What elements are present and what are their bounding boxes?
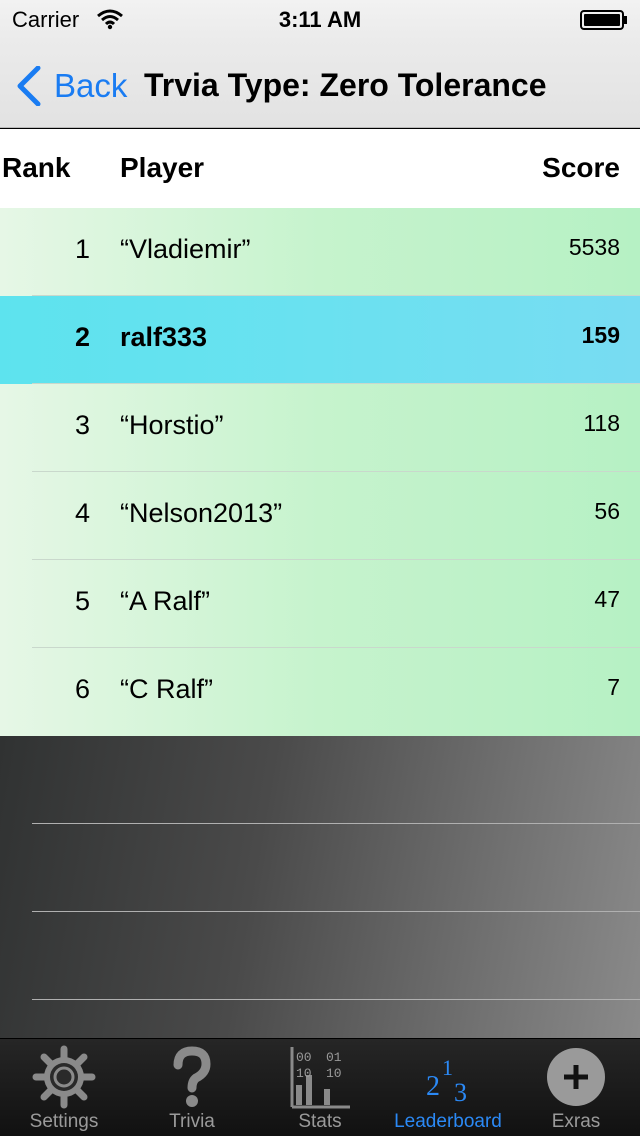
tab-label: Exras — [551, 1111, 601, 1132]
table-row[interactable]: 1 “Vladiemir” 5538 — [0, 208, 640, 296]
back-button[interactable]: Back — [14, 64, 127, 108]
row-player: “Vladiemir” — [120, 234, 251, 264]
empty-table-area[interactable] — [0, 736, 640, 1038]
tab-extras[interactable]: Exras — [512, 1039, 640, 1136]
gear-icon — [32, 1045, 96, 1109]
table-row-selected[interactable]: 2 ralf333 159 — [0, 296, 640, 384]
row-player: “C Ralf” — [120, 674, 213, 704]
row-player: “Nelson2013” — [120, 498, 283, 528]
row-rank: 1 — [74, 234, 90, 264]
tab-label: Stats — [298, 1111, 342, 1132]
leaderboard-icon: 1 2 3 — [426, 1055, 467, 1107]
tab-settings[interactable]: Settings — [0, 1039, 128, 1136]
row-rank: 2 — [74, 322, 90, 352]
row-player: ralf333 — [120, 322, 208, 352]
table-row[interactable]: 6 “C Ralf” 7 — [0, 648, 640, 736]
row-score: 118 — [583, 410, 620, 436]
back-button-label: Back — [54, 67, 128, 104]
row-score: 5538 — [568, 234, 620, 260]
status-bar: Carrier 3:11 AM — [0, 0, 640, 40]
tab-label: Settings — [29, 1111, 99, 1132]
row-rank: 5 — [74, 586, 90, 616]
tab-label: Leaderboard — [394, 1111, 502, 1132]
stats-icon-digits: 01 — [326, 1050, 342, 1065]
empty-row-separator — [32, 999, 640, 1000]
row-player: “A Ralf” — [120, 586, 211, 616]
stats-icon-digits: 10 — [296, 1066, 312, 1081]
tab-trivia[interactable]: Trivia — [128, 1039, 256, 1136]
leaderboard-icon-second: 2 — [426, 1071, 440, 1102]
leaderboard-table: 1 “Vladiemir” 5538 2 ralf333 159 3 “Hors… — [0, 208, 640, 736]
empty-row-separator — [32, 911, 640, 912]
column-header-rank: Rank — [2, 152, 71, 183]
stats-icon-digits: 00 — [296, 1050, 312, 1065]
row-rank: 3 — [74, 410, 90, 440]
tab-bar: Settings Trivia 00 01 10 10 Stats 1 2 3 … — [0, 1038, 640, 1136]
row-rank: 6 — [74, 674, 90, 704]
column-header-player: Player — [120, 152, 205, 183]
navigation-bar: Back Trvia Type: Zero Tolerance — [0, 40, 640, 128]
status-time: 3:11 AM — [278, 7, 362, 32]
table-header: Rank Player Score — [0, 129, 640, 208]
tab-leaderboard[interactable]: 1 2 3 Leaderboard — [384, 1039, 512, 1136]
table-row[interactable]: 5 “A Ralf” 47 — [0, 560, 640, 648]
row-score: 47 — [594, 586, 620, 612]
leaderboard-icon-first: 1 — [442, 1055, 453, 1080]
row-score: 56 — [594, 498, 620, 524]
stats-icon: 00 01 10 10 — [290, 1047, 350, 1109]
page-title: Trvia Type: Zero Tolerance — [144, 67, 547, 103]
battery-icon — [580, 10, 627, 30]
stats-icon-digits: 10 — [326, 1066, 342, 1081]
tab-label: Trivia — [169, 1111, 215, 1132]
leaderboard-icon-third: 3 — [454, 1078, 467, 1107]
row-score: 7 — [607, 674, 620, 700]
question-mark-icon — [173, 1046, 211, 1107]
empty-row-separator — [32, 823, 640, 824]
row-rank: 4 — [74, 498, 90, 528]
row-player: “Horstio” — [120, 410, 224, 440]
table-row[interactable]: 4 “Nelson2013” 56 — [0, 472, 640, 560]
column-header-score: Score — [542, 152, 620, 183]
row-score: 159 — [581, 322, 620, 348]
plus-circle-icon — [547, 1048, 605, 1106]
table-row[interactable]: 3 “Horstio” 118 — [0, 384, 640, 472]
chevron-left-icon — [17, 66, 41, 106]
tab-stats[interactable]: 00 01 10 10 Stats — [256, 1039, 384, 1136]
